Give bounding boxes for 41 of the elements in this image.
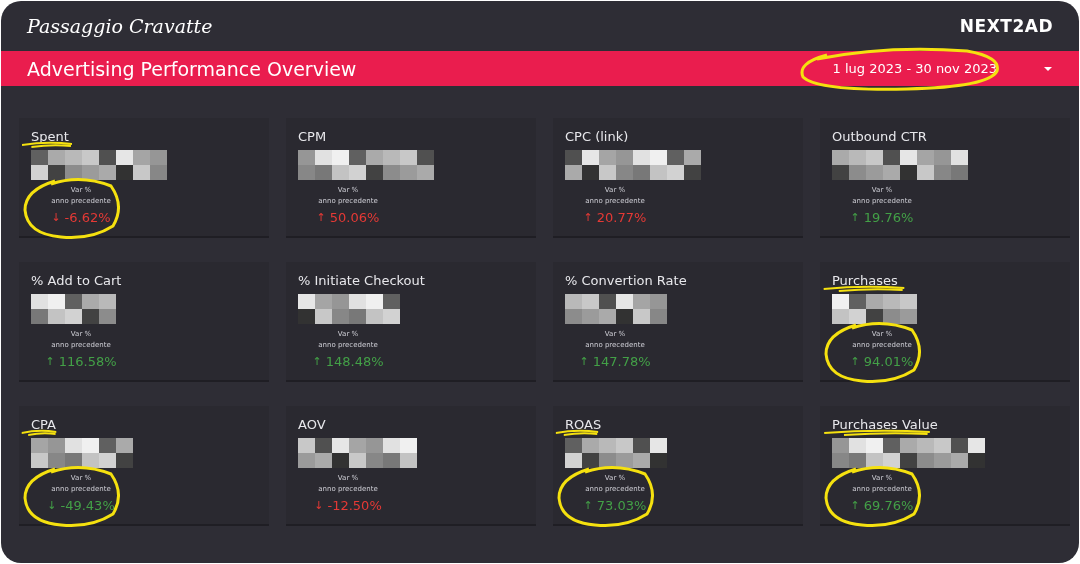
trend-arrow: ↓ (314, 499, 324, 512)
change-value: 148.48% (325, 354, 384, 369)
change-value: 147.78% (592, 354, 651, 369)
metric-title: Outbound CTR (832, 129, 927, 144)
change-value: 50.06% (329, 210, 380, 225)
trend-arrow: ↑ (45, 355, 55, 368)
trend-arrow: ↑ (579, 355, 589, 368)
change-value: 69.76% (863, 498, 914, 513)
trend-arrow: ↑ (850, 211, 860, 224)
date-range[interactable]: 1 lug 2023 - 30 nov 2023 (832, 61, 997, 76)
metric-title: CPA (31, 417, 56, 432)
change-value: 20.77% (596, 210, 647, 225)
metric-title: % Add to Cart (31, 273, 122, 288)
change-value: 94.01% (863, 354, 914, 369)
dropdown-caret-icon[interactable] (1043, 65, 1053, 72)
trend-arrow: ↑ (850, 355, 860, 368)
page-title: Advertising Performance Overview (27, 57, 358, 80)
brand-logo: Passaggio Cravatte (27, 15, 213, 37)
trend-arrow: ↑ (316, 211, 326, 224)
metric-title: Spent (31, 129, 69, 144)
metric-title: AOV (298, 417, 326, 432)
metric-title: CPC (link) (565, 129, 629, 144)
trend-arrow: ↓ (51, 211, 61, 224)
metric-title: CPM (298, 129, 327, 144)
company-logo: NEXT2AD (959, 16, 1053, 36)
trend-arrow: ↑ (583, 499, 593, 512)
metric-title: % Convertion Rate (565, 273, 687, 288)
trend-arrow: ↑ (312, 355, 322, 368)
change-value: -6.62% (64, 210, 111, 225)
trend-arrow: ↑ (850, 499, 860, 512)
change-value: -12.50% (327, 498, 382, 513)
change-value: 116.58% (58, 354, 117, 369)
change-value: -49.43% (60, 498, 115, 513)
trend-arrow: ↑ (583, 211, 593, 224)
change-value: 73.03% (596, 498, 647, 513)
metric-title: Purchases (832, 273, 898, 288)
metric-title: ROAS (565, 417, 602, 432)
trend-arrow: ↓ (47, 499, 57, 512)
change-value: 19.76% (863, 210, 914, 225)
metric-title: Purchases Value (832, 417, 938, 432)
metric-title: % Initiate Checkout (298, 273, 425, 288)
